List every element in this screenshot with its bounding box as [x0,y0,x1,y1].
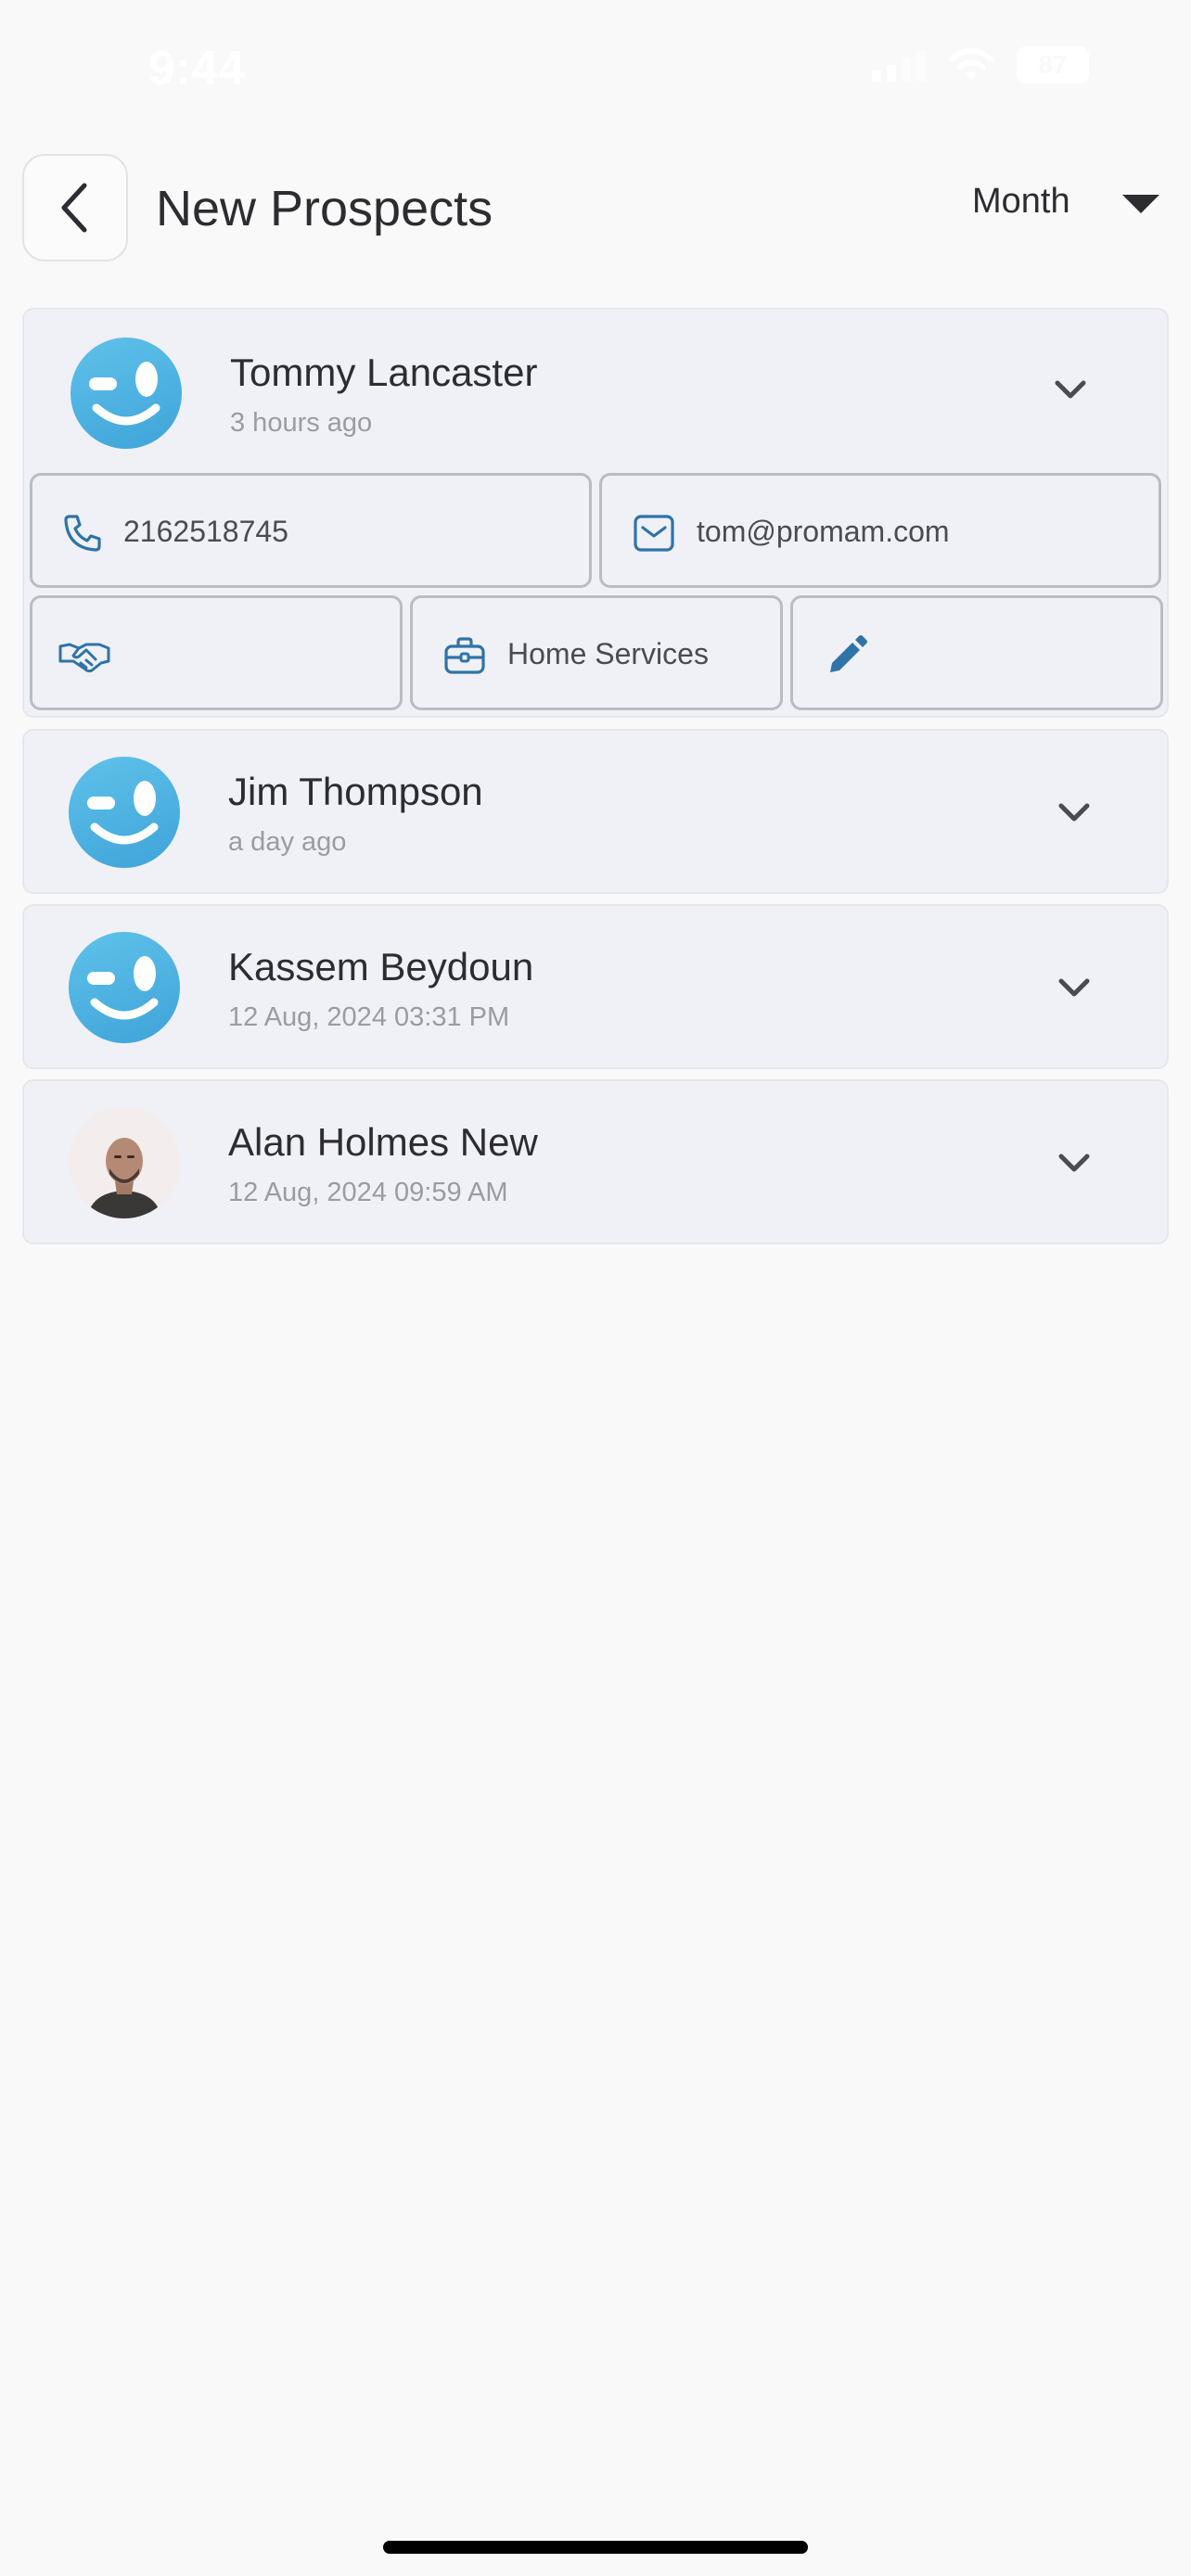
status-time: 9:44 [148,42,246,96]
briefcase-icon [444,637,485,674]
prospect-card[interactable]: Kassem Beydoun 12 Aug, 2024 03:31 PM [22,904,1169,1069]
industry-value: Home Services [507,637,709,670]
screen: 9:44 87 New Prospects Month Tommy Lancas… [0,0,1191,2576]
avatar [69,757,180,868]
email-field[interactable]: tom@promam.com [599,473,1161,588]
caret-down-icon [1121,194,1159,213]
prospect-name: Kassem Beydoun [228,945,534,988]
back-button[interactable] [22,154,128,261]
prospect-time: 12 Aug, 2024 03:31 PM [228,1002,510,1032]
mail-icon [634,515,674,552]
prospect-time: 3 hours ago [230,408,373,438]
prospect-name: Tommy Lancaster [230,351,538,394]
edit-button[interactable] [790,595,1163,710]
phone-number: 2162518745 [123,515,288,548]
prospect-time: a day ago [228,827,347,857]
industry-field[interactable]: Home Services [410,595,783,710]
chevron-down-icon[interactable] [1056,969,1093,1006]
chevron-left-icon [61,183,87,233]
email-address: tom@promam.com [697,515,950,548]
signal-icon [872,48,926,82]
pencil-icon [830,635,867,672]
deal-field[interactable] [30,595,403,710]
meta-row: Home Services [30,595,1163,710]
battery-icon: 87 [1017,46,1089,83]
prospect-card-header[interactable]: Jim Thompson a day ago [24,731,1167,894]
smiley-avatar-icon [89,362,160,426]
prospect-card-header[interactable]: Alan Holmes New 12 Aug, 2024 09:59 AM [24,1081,1167,1244]
prospect-name: Jim Thompson [228,770,483,813]
prospect-time: 12 Aug, 2024 09:59 AM [228,1178,508,1207]
contact-row: 2162518745 tom@promam.com [30,473,1161,588]
avatar [70,338,182,449]
prospect-name: Alan Holmes New [228,1120,538,1164]
person-photo-icon [69,1107,180,1218]
phone-field[interactable]: 2162518745 [30,473,592,588]
handshake-icon [58,643,110,673]
smiley-avatar-icon [87,781,159,845]
page-title: New Prospects [156,181,493,236]
status-icons: 87 [872,46,1089,83]
prospect-card-header[interactable]: Kassem Beydoun 12 Aug, 2024 03:31 PM [24,906,1167,1069]
prospect-card[interactable]: Alan Holmes New 12 Aug, 2024 09:59 AM [22,1079,1169,1244]
wifi-icon [949,48,993,80]
avatar [69,932,180,1043]
status-bar: 9:44 87 [0,0,1191,139]
period-filter-label: Month [972,182,1070,221]
chevron-down-icon[interactable] [1056,1144,1093,1181]
phone-icon [64,515,101,552]
prospect-card[interactable]: Tommy Lancaster 3 hours ago 2162518745 t… [22,308,1169,718]
chevron-down-icon[interactable] [1056,794,1093,831]
smiley-avatar-icon [87,956,159,1020]
home-indicator [383,2541,808,2554]
period-filter-dropdown[interactable]: Month [972,182,1159,222]
prospect-card-header[interactable]: Tommy Lancaster 3 hours ago [24,310,1167,473]
chevron-up-icon[interactable] [1052,371,1089,408]
prospect-card[interactable]: Jim Thompson a day ago [22,729,1169,894]
avatar [69,1107,180,1218]
